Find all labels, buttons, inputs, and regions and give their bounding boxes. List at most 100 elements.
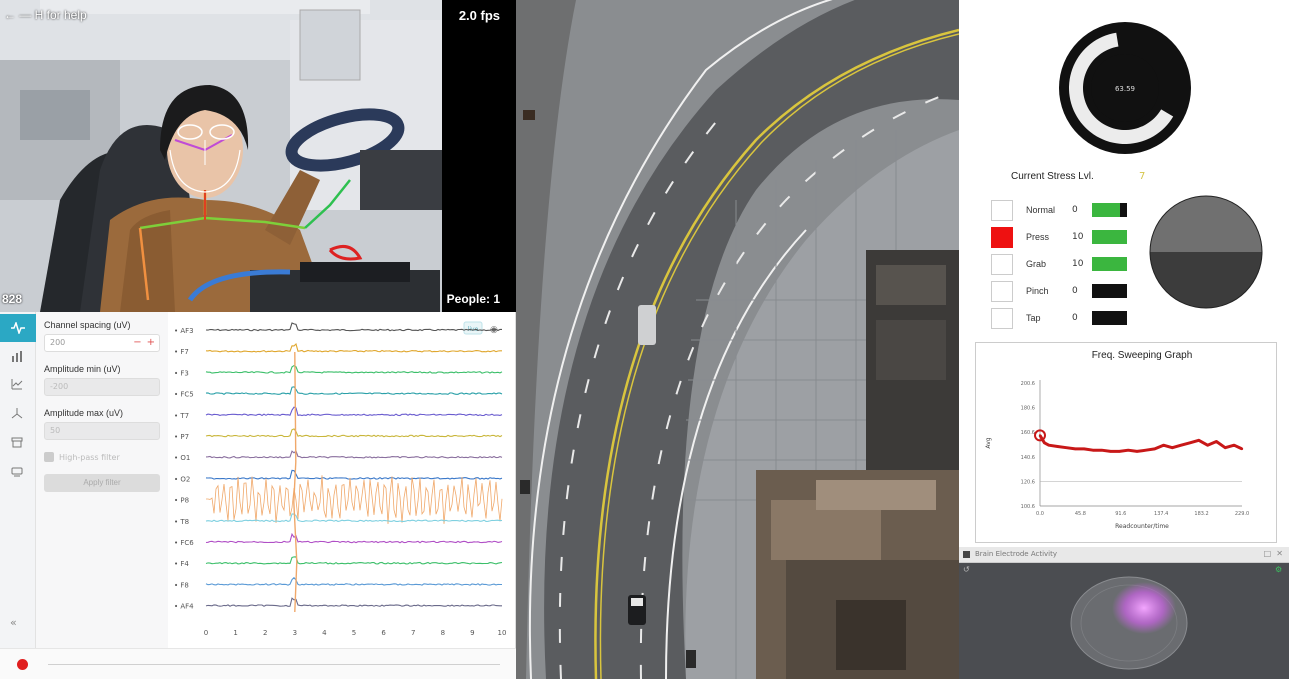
channel-label: • F7 — [174, 348, 189, 356]
axes-3d-icon[interactable] — [6, 402, 28, 424]
data-point — [1240, 447, 1244, 451]
channel-label: • FC6 — [174, 539, 194, 547]
x-tick-label: 9 — [470, 629, 474, 637]
eeg-trace — [205, 513, 503, 523]
x-tick-label: 137.4 — [1154, 511, 1168, 517]
eeg-trace — [205, 532, 503, 544]
gesture-swatch — [991, 281, 1013, 302]
gesture-name: Grab — [1026, 259, 1047, 269]
channel-spacing-input[interactable]: 200 − + — [44, 334, 160, 352]
channel-label: • T7 — [174, 412, 189, 420]
x-tick-label: 7 — [411, 629, 415, 637]
highpass-checkbox[interactable] — [44, 452, 54, 462]
stress-level-label: Current Stress Lvl. — [1011, 171, 1094, 182]
amplitude-max-value: 50 — [50, 426, 61, 435]
channel-label: • FC5 — [174, 391, 194, 399]
gesture-swatch — [991, 308, 1013, 329]
data-point — [1197, 439, 1200, 442]
amplitude-max-input[interactable]: 50 — [44, 422, 160, 440]
eeg-trace — [205, 556, 503, 565]
y-tick-label: 100.6 — [1021, 504, 1035, 510]
y-axis-label: Avg — [985, 437, 992, 448]
device-icon[interactable] — [6, 460, 28, 482]
playback-bar — [0, 648, 516, 679]
apply-filter-button[interactable]: Apply filter — [44, 473, 160, 492]
collapse-sidebar-icon[interactable]: « — [10, 616, 17, 629]
data-point — [1038, 434, 1042, 437]
waveform-icon[interactable] — [0, 314, 36, 342]
record-button[interactable] — [17, 659, 28, 670]
stepper-minus-icon[interactable]: − — [133, 337, 141, 348]
eeg-trace — [205, 428, 503, 438]
gesture-row-grab: Grab 10 — [991, 254, 1131, 281]
channel-label: • F4 — [174, 560, 189, 568]
gesture-bar — [1092, 284, 1127, 298]
pie-slice-top — [1150, 196, 1262, 252]
highpass-label: High-pass filter — [59, 452, 120, 462]
view-reset-icon[interactable]: ↺ — [963, 565, 970, 574]
gesture-name: Tap — [1026, 313, 1041, 323]
x-axis-label: Readcounter/time — [1115, 523, 1169, 530]
data-point — [1188, 441, 1192, 444]
data-point — [1144, 448, 1148, 452]
gesture-count: 10 — [1072, 259, 1084, 269]
eeg-trace — [205, 450, 503, 459]
channel-spacing-stepper[interactable]: − + — [128, 337, 155, 348]
channel-label: • O1 — [174, 454, 190, 462]
gauge-value-text: 63.59 — [1115, 85, 1135, 93]
eeg-trace — [205, 406, 503, 417]
gesture-row-normal: Normal 0 — [991, 200, 1131, 227]
stress-level-value: 7 — [1139, 171, 1146, 182]
camera-letterbox — [442, 0, 516, 312]
data-point — [1118, 450, 1121, 453]
channel-label: • AF3 — [174, 327, 194, 335]
fps-readout: 2.0 fps — [458, 8, 500, 23]
y-tick-label: 120.6 — [1021, 479, 1035, 485]
x-tick-label: 4 — [322, 629, 327, 637]
gesture-count: 10 — [1072, 232, 1084, 242]
gesture-bar — [1092, 203, 1127, 217]
freq-sweeping-panel: Freq. Sweeping Graph 200.6 180.6 160.6 140.6… — [975, 342, 1277, 543]
gesture-bar-fill — [1092, 230, 1127, 244]
stepper-plus-icon[interactable]: + — [147, 337, 155, 348]
chart-title: Freq. Sweeping Graph — [1092, 350, 1193, 361]
data-point — [1127, 448, 1130, 452]
window-controls[interactable]: □ ✕ — [1264, 549, 1283, 558]
y-tick-label: 200.6 — [1021, 381, 1035, 387]
channel-label: • O2 — [174, 475, 190, 483]
amplitude-min-label: Amplitude min (uV) — [44, 364, 121, 374]
data-point — [1043, 441, 1046, 444]
gesture-list: Normal 0 Press 10 Grab 10 Pinch 0 Tap 0 — [991, 200, 1131, 335]
amplitude-min-input[interactable]: -200 — [44, 378, 160, 396]
y-tick-label: 160.6 — [1021, 430, 1035, 436]
eeg-trace — [205, 597, 502, 607]
x-tick-label: 45.8 — [1075, 511, 1086, 517]
eeg-waveform-chart: live ◉• AF3• F7• F3• FC5• T7• P7• O1• O2•… — [174, 321, 507, 637]
frame-count: 828 — [2, 292, 23, 306]
people-count: People: 1 — [446, 292, 500, 306]
archive-icon[interactable] — [6, 431, 28, 453]
gesture-pie-chart — [1149, 195, 1263, 309]
x-tick-label: 10 — [498, 629, 507, 637]
data-point — [1232, 444, 1236, 447]
bar-chart-icon[interactable] — [6, 345, 28, 367]
x-tick-label: 183.2 — [1194, 511, 1208, 517]
channel-spacing-label: Channel spacing (uV) — [44, 320, 131, 330]
eeg-sidebar: « — [0, 312, 36, 648]
channel-spacing-value: 200 — [50, 338, 66, 347]
x-tick-label: 91.6 — [1115, 511, 1126, 517]
data-point — [1171, 446, 1174, 449]
gesture-name: Pinch — [1026, 286, 1049, 296]
line-chart-icon[interactable] — [6, 373, 28, 395]
view-settings-icon[interactable]: ⚙ — [1275, 565, 1282, 574]
gesture-count: 0 — [1072, 286, 1078, 296]
eeg-trace — [205, 322, 502, 332]
playback-track[interactable] — [48, 664, 500, 665]
x-tick-label: 6 — [381, 629, 386, 637]
x-tick-label: 0.0 — [1036, 511, 1044, 517]
data-point — [1109, 450, 1112, 453]
brain-3d-render: ↺ ⚙ — [959, 563, 1289, 679]
data-point — [1206, 444, 1209, 447]
aerial-city-view — [516, 0, 959, 679]
amplitude-min-value: -200 — [50, 382, 69, 391]
